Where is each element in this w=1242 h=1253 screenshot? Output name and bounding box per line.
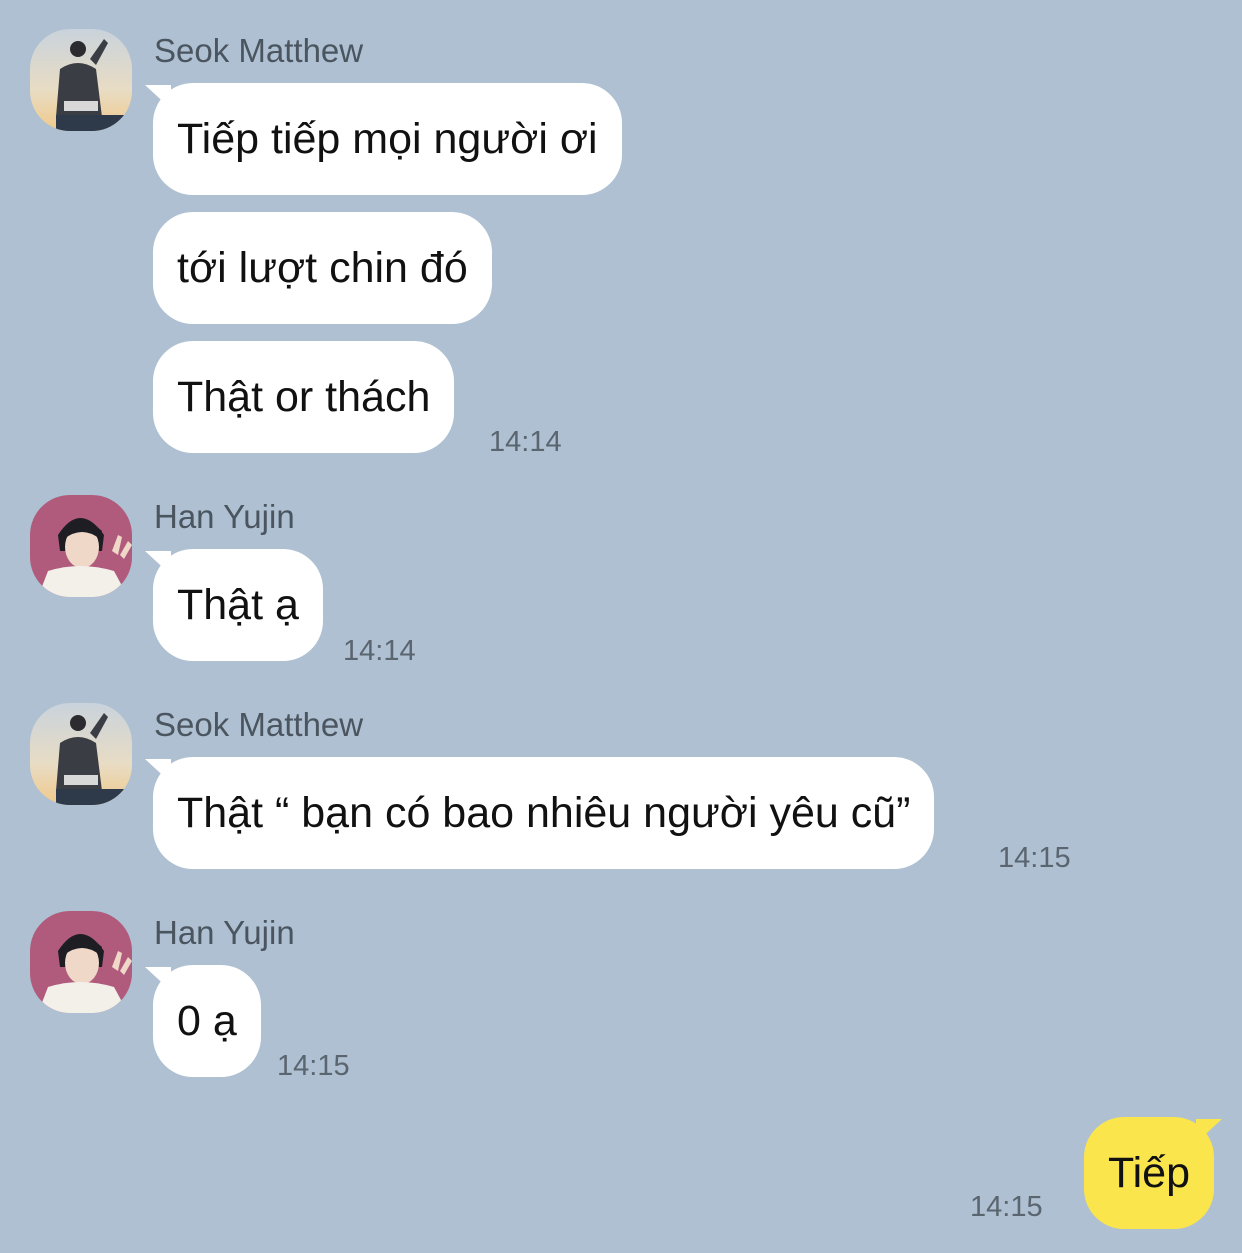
message-bubble[interactable]: 0 ạ [153,965,261,1077]
sender-name: Han Yujin [154,914,295,951]
avatar-photo-icon [30,29,132,131]
avatar-photo-icon [30,703,132,805]
avatar-photo-icon [30,495,132,597]
message-time: 14:14 [489,426,562,458]
message-time: 14:15 [277,1050,350,1082]
message-bubble[interactable]: tới lượt chin đó [153,212,492,324]
message-bubble[interactable]: Thật “ bạn có bao nhiêu người yêu cũ” [153,757,935,869]
sender-name: Seok Matthew [154,32,364,69]
avatar-photo-icon [30,911,132,1013]
message-bubble[interactable]: Thật or thách [153,341,455,453]
sender-name: Han Yujin [154,498,295,535]
my-message-bubble[interactable]: Tiếp [1083,1117,1214,1229]
message-bubble[interactable]: Tiếp tiếp mọi người ơi [153,83,622,195]
avatar-han-yujin[interactable] [30,911,132,1013]
chat-window: Seok Matthew Tiếp tiếp mọi người ơi tới … [0,0,1242,1253]
avatar-seok-matthew[interactable] [30,29,132,131]
sender-name: Seok Matthew [154,706,364,743]
avatar-han-yujin[interactable] [30,495,132,597]
message-bubble[interactable]: Thật ạ [153,549,323,661]
message-time: 14:15 [998,842,1071,874]
avatar-seok-matthew[interactable] [30,703,132,805]
message-time: 14:14 [343,635,416,667]
my-message-time: 14:15 [970,1191,1043,1223]
